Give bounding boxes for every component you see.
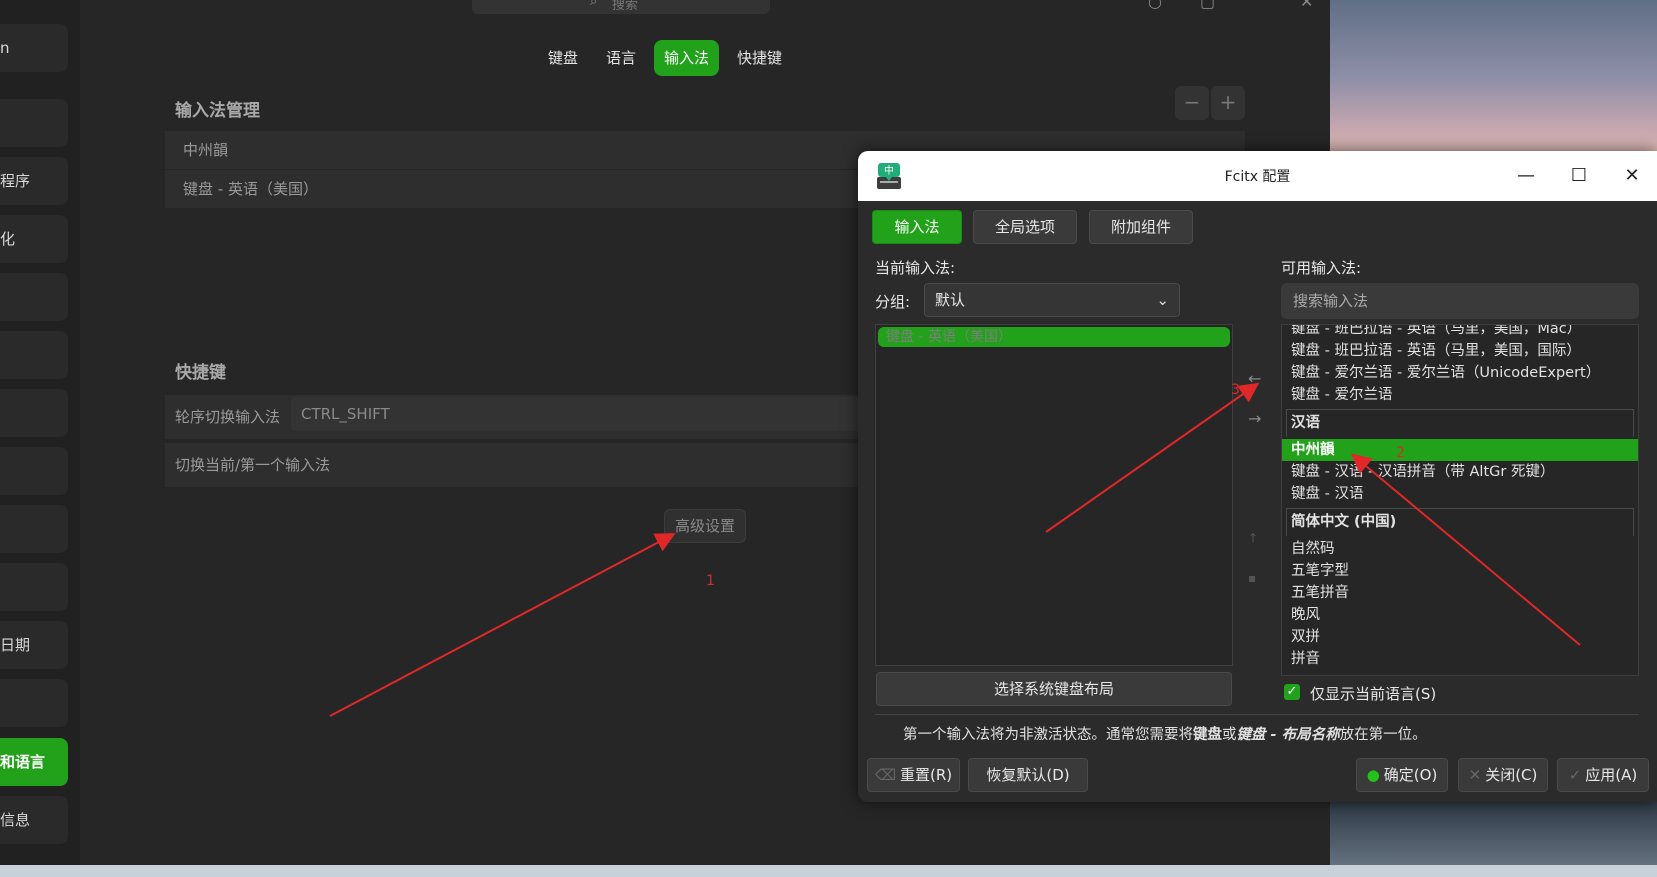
annotation-arrow-2	[1350, 453, 1581, 646]
annotation-overlay	[329, 382, 1581, 717]
annotation-number-3: 3	[1231, 382, 1240, 398]
annotation-number-2: 2	[1396, 445, 1405, 461]
annotation-number-1: 1	[706, 573, 715, 589]
annotation-arrow-3	[1045, 382, 1260, 533]
annotation-arrow-1	[329, 533, 676, 717]
